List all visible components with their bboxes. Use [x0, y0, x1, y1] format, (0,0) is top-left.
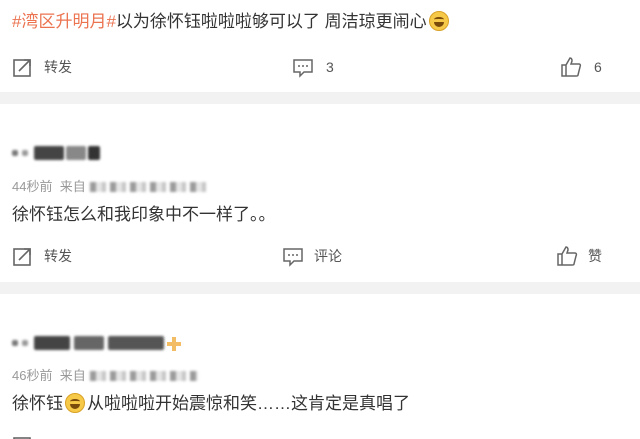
comment-button[interactable]: 评论 [282, 243, 342, 269]
hashtag-link[interactable]: #湾区升明月# [12, 12, 116, 31]
repost-icon [13, 59, 31, 77]
separator [0, 282, 640, 294]
like-button[interactable]: 6 [560, 54, 602, 80]
comment-meta: 44秒前 来自 [12, 176, 210, 195]
comment-label: 评论 [314, 248, 342, 264]
laughing-crying-emoji-icon [428, 11, 449, 31]
post-body: 以为徐怀钰啦啦啦够可以了 周洁琼更闹心 [115, 12, 427, 31]
comment-text: 徐怀钰 从啦啦啦开始震惊和笑……这肯定是真唱了 [12, 389, 410, 414]
comment-time: 46秒前 [12, 368, 53, 383]
comment-text-before: 徐怀钰 [12, 394, 63, 413]
comment-icon [283, 248, 303, 267]
repost-button[interactable]: 转发 [12, 54, 72, 80]
comment-time: 44秒前 [12, 179, 53, 194]
comment-source-blurred [89, 371, 198, 381]
like-label: 赞 [588, 248, 602, 264]
repost-label: 转发 [44, 59, 72, 75]
comment-action-bar-partial [0, 432, 640, 439]
repost-button[interactable]: 转发 [12, 243, 72, 269]
repost-label: 转发 [44, 248, 72, 264]
comment-text-after: 从啦啦啦开始震惊和笑……这肯定是真唱了 [87, 394, 410, 413]
comment-text: 徐怀钰怎么和我印象中不一样了。。 [12, 205, 276, 224]
vip-badge-icon [166, 336, 181, 351]
comment-source-prefix: 来自 [59, 179, 86, 194]
thumbs-up-icon [561, 57, 582, 77]
repost-icon [13, 248, 31, 266]
comment-button[interactable]: 3 [292, 54, 334, 80]
like-button[interactable]: 赞 [556, 243, 602, 269]
post-action-bar: 转发 3 6 [0, 54, 640, 80]
comment-username-blurred[interactable] [12, 146, 102, 160]
like-count: 6 [594, 59, 602, 75]
repost-button[interactable] [12, 432, 34, 439]
comment-username-blurred[interactable] [12, 336, 187, 350]
post-text: #湾区升明月#以为徐怀钰啦啦啦够可以了 周洁琼更闹心 [12, 7, 449, 32]
comment-source-blurred [89, 182, 210, 192]
comment-count: 3 [326, 59, 334, 75]
separator [0, 92, 640, 104]
comment-action-bar: 转发 评论 赞 [0, 243, 640, 269]
comment-icon [293, 59, 313, 78]
repost-icon [13, 437, 31, 439]
comment-source-prefix: 来自 [59, 368, 86, 383]
thumbs-up-icon [557, 246, 578, 266]
grinning-emoji-icon [65, 393, 85, 413]
comment-meta: 46秒前 来自 [12, 365, 198, 384]
